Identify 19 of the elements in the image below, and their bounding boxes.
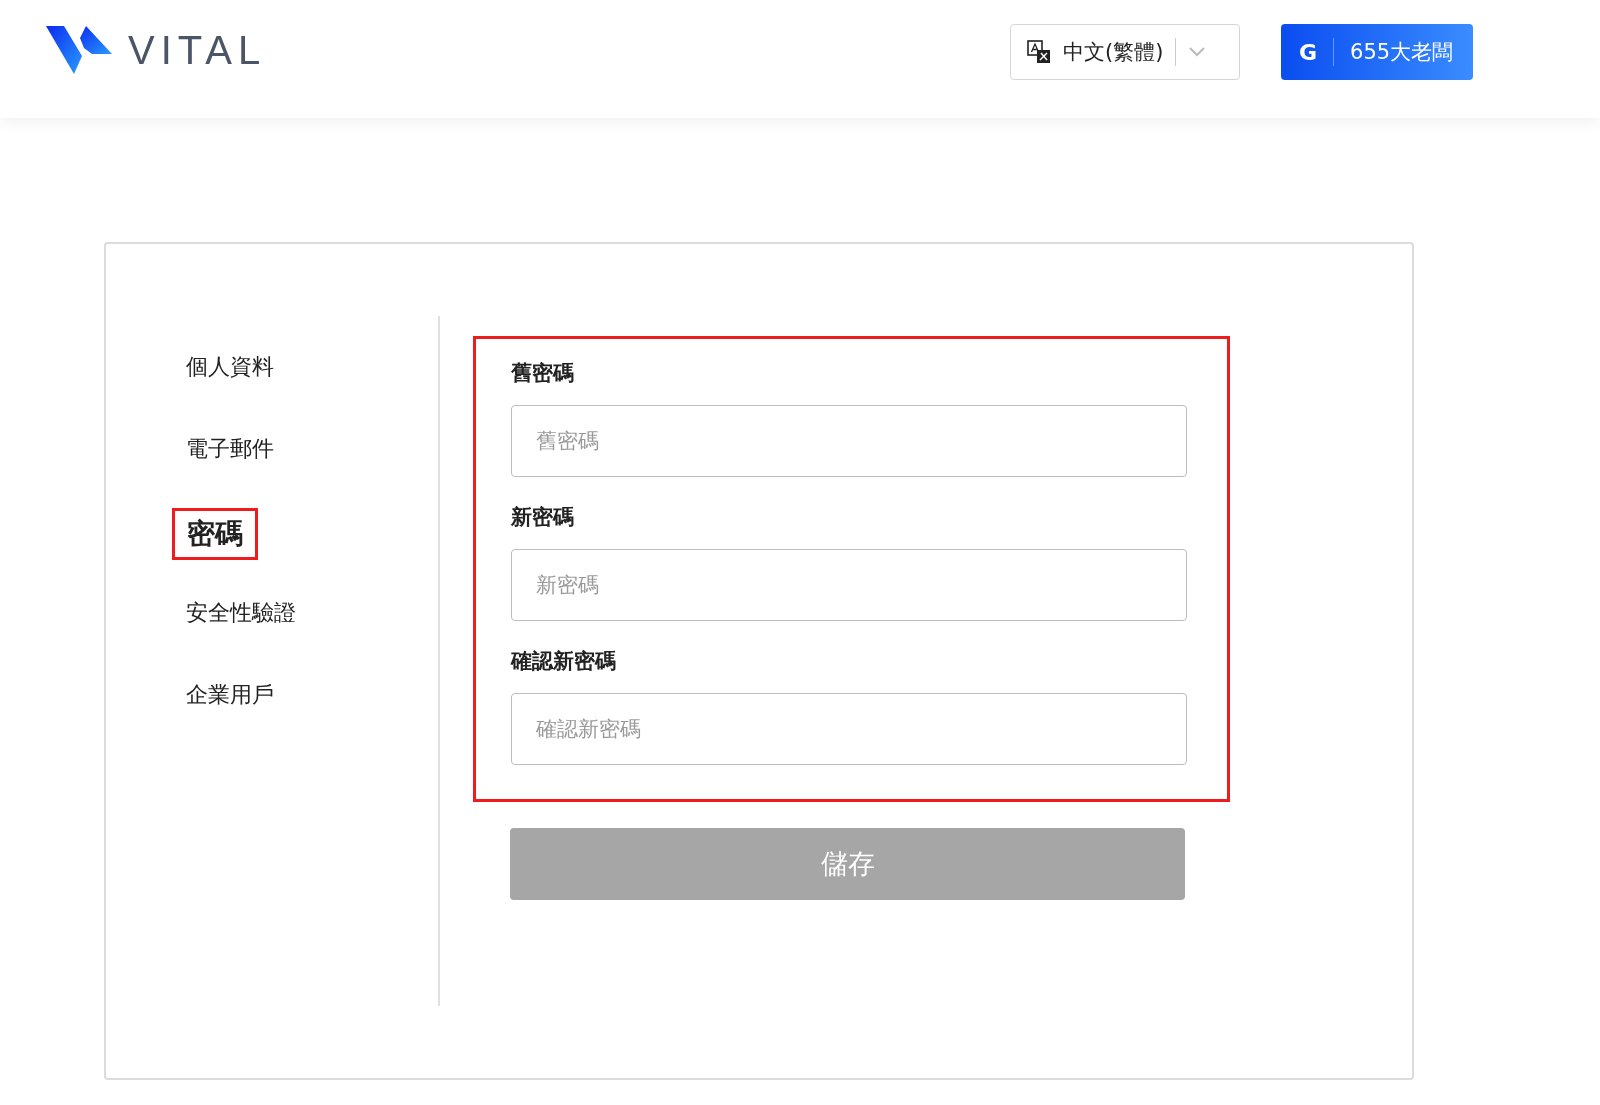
- field-label: 舊密碼: [511, 360, 575, 387]
- translate-icon: [1027, 40, 1051, 64]
- language-select[interactable]: 中文(繁體): [1010, 24, 1240, 80]
- sidebar-item[interactable]: 企業用戶: [186, 672, 274, 718]
- sidebar-item[interactable]: 電子郵件: [186, 426, 274, 472]
- password-field[interactable]: 新密碼: [511, 549, 1187, 621]
- sidebar-item[interactable]: 密碼: [172, 508, 258, 560]
- sidebar-item[interactable]: 安全性驗證: [186, 590, 296, 636]
- field-label: 確認新密碼: [511, 648, 617, 675]
- password-field[interactable]: 舊密碼: [511, 405, 1187, 477]
- password-field[interactable]: 確認新密碼: [511, 693, 1187, 765]
- chevron-down-icon: [1188, 46, 1207, 58]
- sidebar-item[interactable]: 個人資料: [186, 344, 274, 390]
- logo-icon: [44, 24, 114, 76]
- account-initial: G: [1299, 39, 1318, 65]
- account-name: 655大老闆: [1350, 39, 1454, 66]
- field-label: 新密碼: [511, 504, 575, 531]
- account-button[interactable]: G 655大老闆: [1281, 24, 1473, 80]
- logo-text: VITAL: [128, 27, 267, 73]
